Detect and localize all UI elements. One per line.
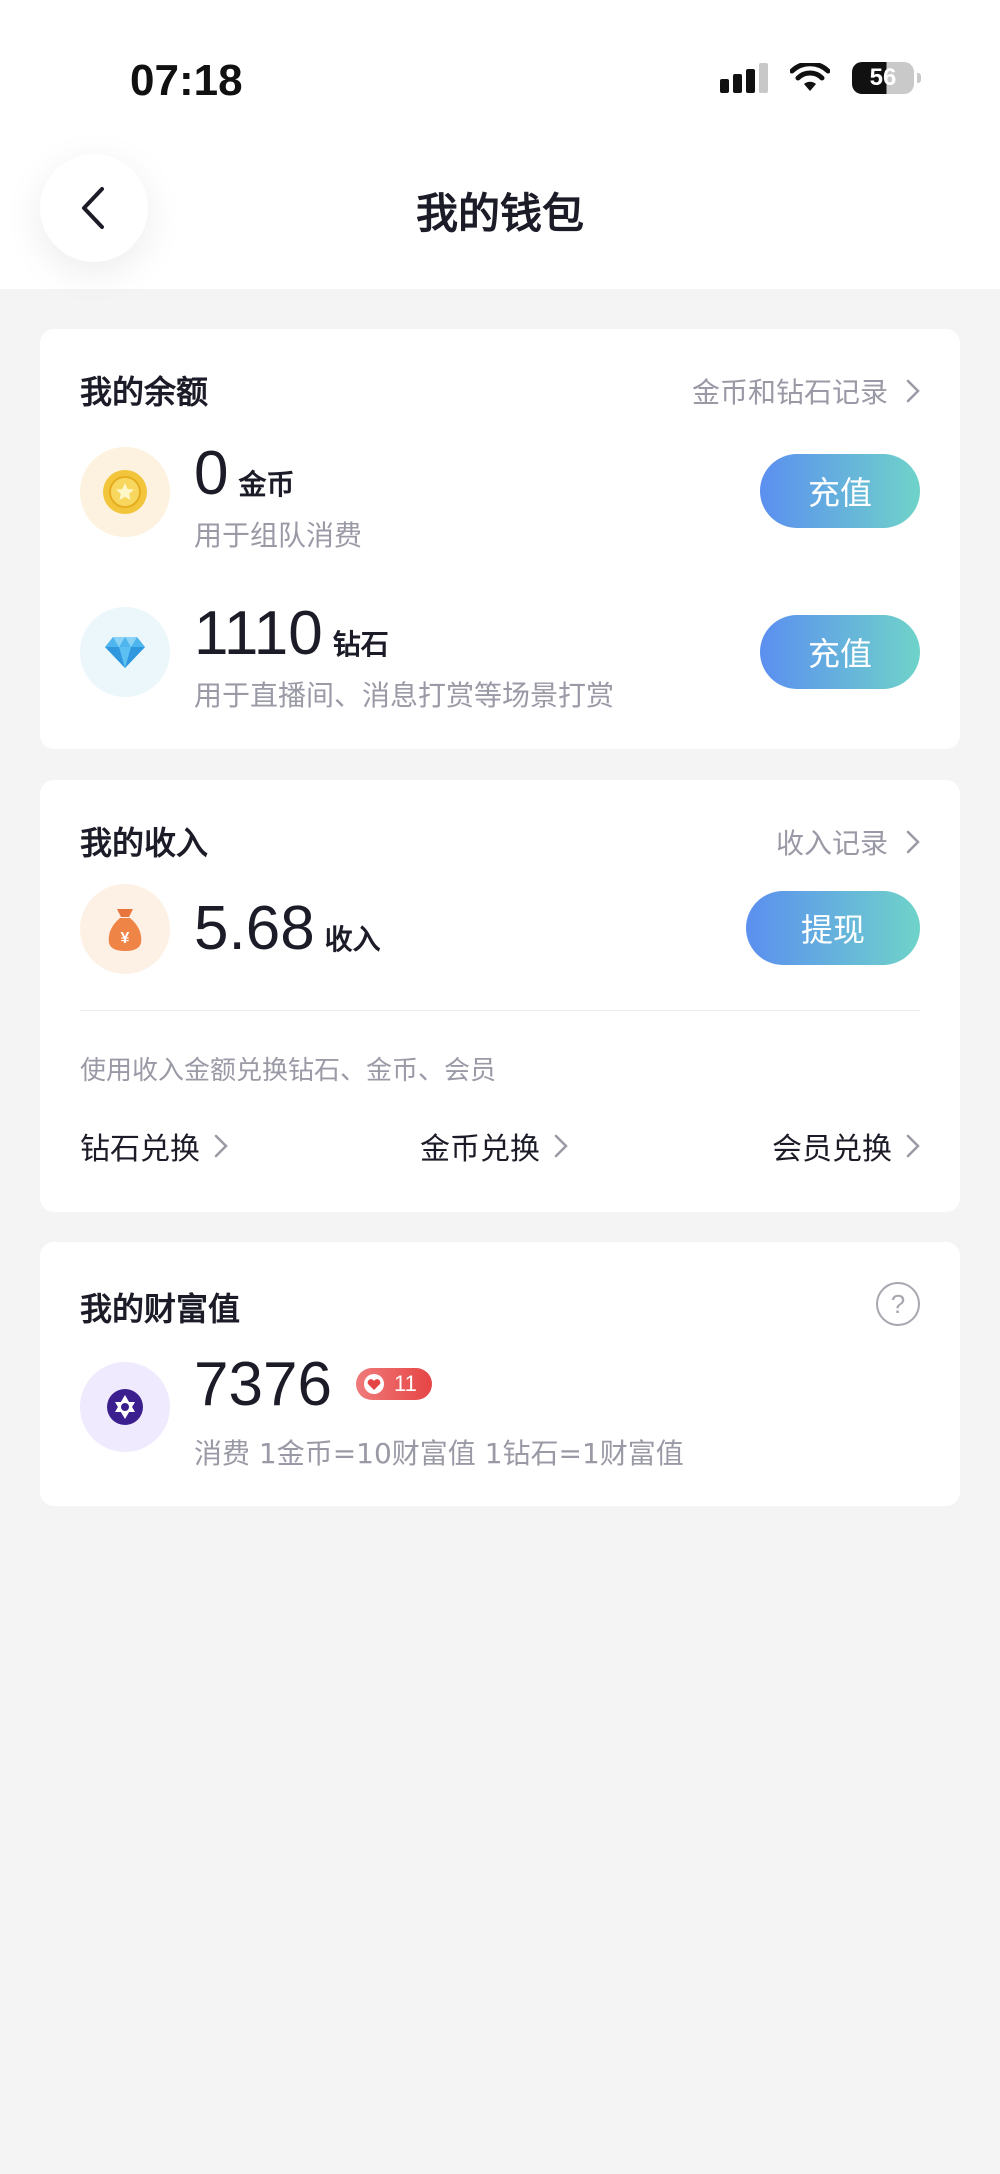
page-title: 我的钱包 bbox=[415, 189, 584, 238]
chevron-right-icon bbox=[906, 830, 920, 854]
diamond-balance: 1110 钻石 bbox=[194, 603, 389, 665]
coin-balance: 0 金币 bbox=[194, 443, 295, 505]
coin-exchange-link[interactable]: 金币兑换 bbox=[420, 1124, 568, 1168]
signal-icon bbox=[720, 63, 768, 93]
coin-description: 用于组队消费 bbox=[194, 519, 363, 552]
income-title: 我的收入 bbox=[80, 824, 209, 862]
balance-card: 我的余额 金币和钻石记录 0 金币 用于组队消费 充值 1110 钻石 用于直播间、… bbox=[40, 329, 960, 749]
wealth-value: 7376 bbox=[194, 1350, 332, 1419]
recharge-coins-button[interactable]: 充值 bbox=[760, 454, 920, 528]
chevron-right-icon bbox=[906, 379, 920, 403]
records-link-label: 金币和钻石记录 bbox=[691, 376, 888, 409]
wifi-icon bbox=[790, 63, 830, 91]
coin-amount: 0 bbox=[194, 439, 229, 508]
help-icon[interactable]: ? bbox=[876, 1282, 920, 1326]
svg-text:¥: ¥ bbox=[121, 930, 130, 947]
wealth-title: 我的财富值 bbox=[80, 1290, 241, 1328]
wealth-card: 我的财富值 ? 7376 11 消费 1金币=10财富值 1钻石=1财富值 bbox=[40, 1242, 960, 1506]
coin-exchange-label: 金币兑换 bbox=[420, 1132, 540, 1167]
gold-coin-icon bbox=[80, 447, 170, 537]
vip-exchange-link[interactable]: 会员兑换 bbox=[772, 1124, 920, 1168]
income-records-label: 收入记录 bbox=[775, 827, 888, 860]
diamond-exchange-link[interactable]: 钻石兑换 bbox=[80, 1124, 228, 1168]
coin-unit: 金币 bbox=[238, 468, 295, 501]
wealth-star-icon bbox=[80, 1362, 170, 1452]
wealth-rule: 消费 1金币=10财富值 1钻石=1财富值 bbox=[194, 1437, 684, 1470]
battery-icon: 56 bbox=[852, 62, 921, 94]
diamond-description: 用于直播间、消息打赏等场景打赏 bbox=[194, 679, 615, 712]
divider bbox=[80, 1010, 920, 1011]
income-balance: 5.68 收入 bbox=[194, 898, 381, 960]
wealth-level-badge: 11 bbox=[356, 1368, 432, 1400]
coin-diamond-records-link[interactable]: 金币和钻石记录 bbox=[692, 371, 920, 411]
withdraw-button[interactable]: 提现 bbox=[746, 891, 920, 965]
diamond-amount: 1110 bbox=[194, 599, 323, 668]
income-amount: 5.68 bbox=[194, 894, 315, 963]
balance-title: 我的余额 bbox=[80, 373, 209, 411]
income-records-link[interactable]: 收入记录 bbox=[776, 822, 920, 862]
chevron-right-icon bbox=[554, 1134, 568, 1158]
exchange-hint: 使用收入金额兑换钻石、金币、会员 bbox=[80, 1056, 497, 1086]
money-bag-icon: ¥ bbox=[80, 884, 170, 974]
vip-exchange-label: 会员兑换 bbox=[772, 1132, 892, 1167]
diamond-unit: 钻石 bbox=[332, 628, 389, 661]
wealth-level: 11 bbox=[394, 1371, 417, 1396]
diamond-exchange-label: 钻石兑换 bbox=[80, 1132, 200, 1167]
header: 07:18 56 我的钱包 bbox=[0, 0, 1000, 289]
chevron-right-icon bbox=[906, 1134, 920, 1158]
chevron-right-icon bbox=[214, 1134, 228, 1158]
income-card: 我的收入 收入记录 ¥ 5.68 收入 提现 使用收入金额兑换钻石、金币、会员 钻… bbox=[40, 780, 960, 1212]
status-time: 07:18 bbox=[130, 56, 243, 105]
status-icons: 56 bbox=[720, 58, 921, 98]
diamond-icon bbox=[80, 607, 170, 697]
recharge-diamonds-button[interactable]: 充值 bbox=[760, 615, 920, 689]
income-unit: 收入 bbox=[324, 923, 381, 956]
heart-icon bbox=[364, 1374, 384, 1394]
